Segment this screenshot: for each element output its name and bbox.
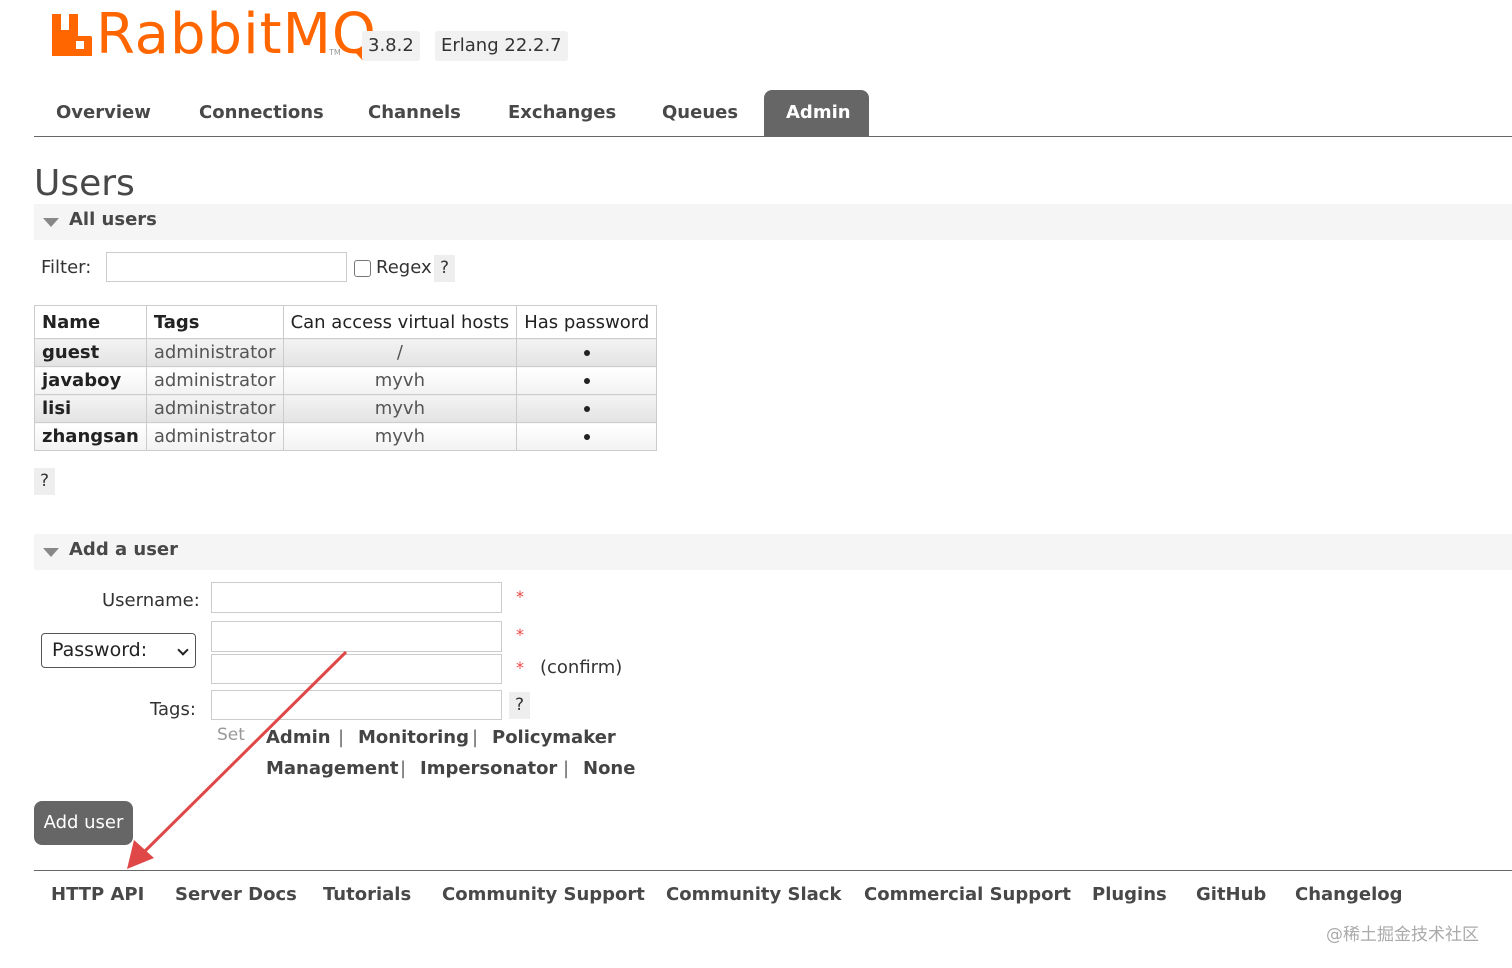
user-name-link[interactable]: guest (34, 338, 147, 367)
tag-separator: | (338, 727, 345, 748)
user-name-link[interactable]: zhangsan (34, 422, 147, 451)
footer-divider (34, 870, 1512, 871)
tag-option-management[interactable]: Management (266, 758, 399, 779)
password-confirm-input[interactable] (211, 654, 502, 684)
chevron-down-icon (177, 644, 189, 656)
column-header-has-password: Has password (516, 305, 658, 339)
user-tags-cell: administrator (145, 338, 284, 367)
tag-separator: | (400, 758, 407, 779)
footer-link-server-docs[interactable]: Server Docs (175, 884, 297, 905)
filter-help-button[interactable]: ? (434, 255, 455, 282)
column-header-name[interactable]: Name (34, 305, 147, 339)
table-header-row: Name Tags Can access virtual hosts Has p… (34, 305, 658, 339)
add-user-section-header[interactable]: Add a user (34, 534, 1512, 570)
footer-link-changelog[interactable]: Changelog (1295, 884, 1403, 905)
has-password-dot-icon (583, 434, 590, 440)
rabbitmq-version-badge: 3.8.2 (362, 31, 420, 61)
has-password-cell (516, 366, 658, 395)
password-input[interactable] (211, 621, 502, 652)
table-row[interactable]: javaboy administrator myvh (34, 366, 658, 395)
username-input[interactable] (211, 582, 502, 613)
set-tags-label: Set (217, 725, 245, 745)
logo-wordmark: RabbitMQ (96, 2, 377, 67)
has-password-dot-icon (583, 350, 590, 356)
all-users-section-header[interactable]: All users (34, 204, 1512, 240)
has-password-dot-icon (583, 378, 590, 384)
regex-label: Regex (376, 257, 432, 278)
tag-option-impersonator[interactable]: Impersonator (420, 758, 557, 779)
confirm-label: (confirm) (540, 657, 623, 678)
tags-label: Tags: (150, 699, 196, 720)
user-tags-cell: administrator (145, 394, 284, 423)
has-password-dot-icon (583, 406, 590, 412)
tab-exchanges[interactable]: Exchanges (486, 90, 638, 136)
table-help-button[interactable]: ? (34, 468, 55, 495)
footer-link-tutorials[interactable]: Tutorials (323, 884, 411, 905)
password-type-select[interactable]: Password: (41, 633, 196, 668)
footer-link-github[interactable]: GitHub (1196, 884, 1266, 905)
confirm-required-mark: * (516, 658, 524, 677)
watermark: @稀土掘金技术社区 (1326, 925, 1479, 945)
password-select-value: Password: (52, 639, 148, 661)
tag-option-admin[interactable]: Admin (266, 727, 331, 748)
column-header-vhosts: Can access virtual hosts (282, 305, 518, 339)
tags-help-button[interactable]: ? (509, 692, 530, 719)
tag-option-policymaker[interactable]: Policymaker (492, 727, 616, 748)
tab-channels[interactable]: Channels (346, 90, 483, 136)
tags-input[interactable] (211, 690, 502, 720)
all-users-section-label: All users (69, 209, 157, 230)
tab-overview[interactable]: Overview (34, 90, 173, 136)
user-name-link[interactable]: javaboy (34, 366, 147, 395)
footer-link-plugins[interactable]: Plugins (1092, 884, 1167, 905)
has-password-cell (516, 422, 658, 451)
user-vhosts-cell: myvh (282, 366, 518, 395)
has-password-cell (516, 338, 658, 367)
user-vhosts-cell: myvh (282, 394, 518, 423)
add-user-button[interactable]: Add user (34, 801, 133, 845)
user-tags-cell: administrator (145, 422, 284, 451)
erlang-version-badge: Erlang 22.2.7 (435, 31, 568, 61)
annotation-arrow-icon (127, 650, 348, 869)
tab-queues[interactable]: Queues (640, 90, 760, 136)
user-vhosts-cell: / (282, 338, 518, 367)
tag-separator: | (472, 727, 479, 748)
rabbit-logo-icon (52, 14, 92, 56)
rabbitmq-logo[interactable]: RabbitMQ TM (50, 2, 376, 67)
tag-option-monitoring[interactable]: Monitoring (358, 727, 469, 748)
has-password-cell (516, 394, 658, 423)
filter-input[interactable] (106, 252, 347, 282)
footer-link-commercial-support[interactable]: Commercial Support (864, 884, 1071, 905)
username-label: Username: (102, 590, 200, 611)
tab-connections[interactable]: Connections (177, 90, 346, 136)
footer-link-community-support[interactable]: Community Support (442, 884, 645, 905)
page-title: Users (34, 163, 135, 204)
username-required-mark: * (516, 587, 524, 606)
tab-admin[interactable]: Admin (764, 90, 869, 136)
password-required-mark: * (516, 625, 524, 644)
footer-link-community-slack[interactable]: Community Slack (666, 884, 841, 905)
main-tabs: Overview Connections Channels Exchanges … (34, 90, 1512, 137)
table-row[interactable]: guest administrator / (34, 338, 658, 367)
regex-checkbox[interactable] (354, 260, 371, 277)
tag-option-none[interactable]: None (583, 758, 635, 779)
footer-link-http-api[interactable]: HTTP API (51, 884, 144, 905)
user-name-link[interactable]: lisi (34, 394, 147, 423)
collapse-triangle-icon (43, 548, 59, 557)
collapse-triangle-icon (43, 218, 59, 227)
users-table: Name Tags Can access virtual hosts Has p… (34, 305, 658, 451)
filter-label: Filter: (41, 257, 92, 278)
user-tags-cell: administrator (145, 366, 284, 395)
table-row[interactable]: lisi administrator myvh (34, 394, 658, 423)
table-row[interactable]: zhangsan administrator myvh (34, 422, 658, 451)
tag-separator: | (563, 758, 570, 779)
logo-trademark: TM (329, 48, 341, 57)
user-vhosts-cell: myvh (282, 422, 518, 451)
add-user-section-label: Add a user (69, 539, 178, 560)
column-header-tags[interactable]: Tags (145, 305, 284, 339)
